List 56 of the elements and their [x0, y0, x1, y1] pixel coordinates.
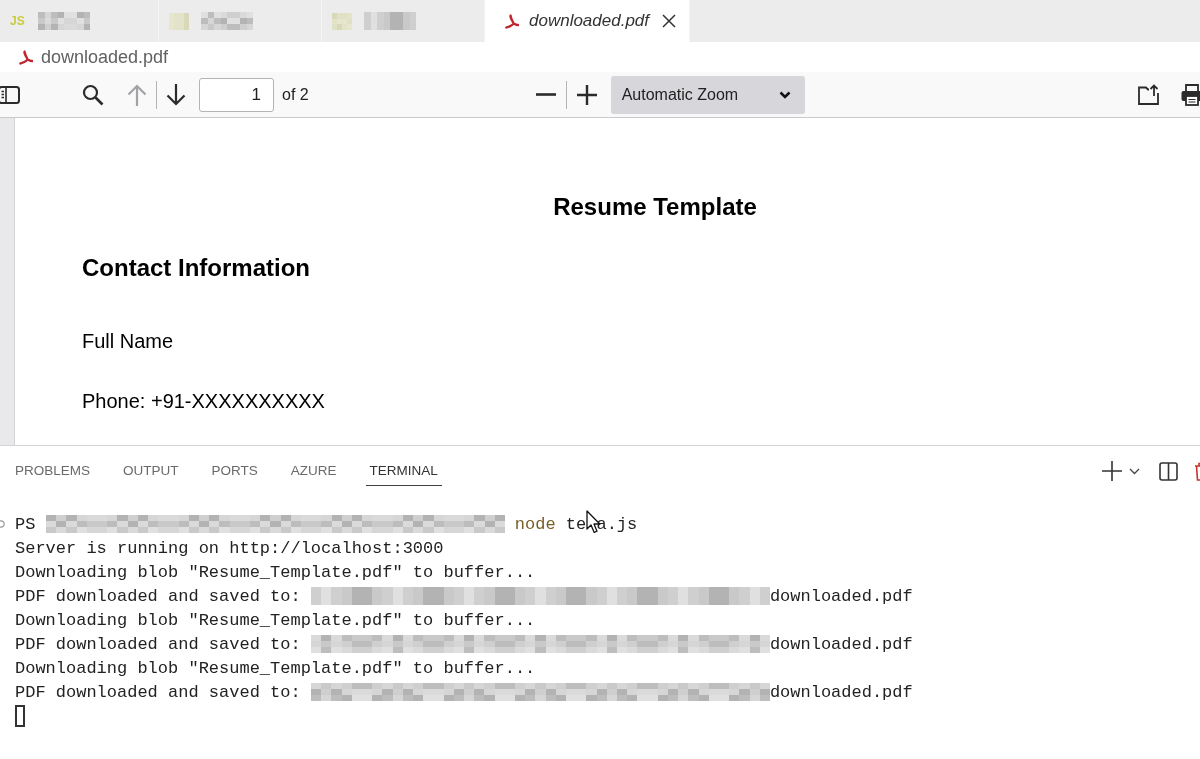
breadcrumb-item[interactable]: downloaded.pdf [41, 46, 169, 68]
section-heading: Contact Information [82, 253, 310, 283]
prompt-text: PS [15, 514, 36, 534]
close-icon[interactable] [661, 13, 678, 29]
next-page-button[interactable] [165, 82, 187, 107]
panel-tab[interactable]: TERMINAL [365, 456, 442, 486]
blurred-file-icon [332, 12, 352, 30]
arrow-down-icon [165, 82, 187, 107]
command-name: node [514, 514, 556, 534]
chevron-down-icon [778, 90, 791, 99]
command-argument: te [565, 514, 587, 534]
print-button[interactable] [1180, 82, 1200, 107]
panel-tab[interactable]: OUTPUT [119, 456, 183, 486]
redacted-text [364, 12, 416, 30]
folder-upload-icon [1137, 82, 1161, 107]
editor-tab[interactable]: downloaded.pdf [485, 0, 691, 42]
command-argument: a.js [596, 514, 638, 534]
panel-tab[interactable]: PROBLEMS [11, 456, 95, 486]
pdf-file-icon [504, 13, 519, 29]
file-type-icon: JS [10, 14, 26, 28]
document-title: Resume Template [553, 192, 757, 222]
plus-icon [576, 84, 597, 105]
arrow-up-icon [126, 82, 148, 107]
search-button[interactable] [82, 83, 104, 106]
plus-icon[interactable] [1102, 461, 1122, 481]
terminal-output-line: Downloading blob "Resume_Template.pdf" to buffer... [15, 610, 536, 630]
terminal-output-line: Downloading blob "Resume_Template.pdf" to buffer... [15, 658, 536, 678]
file-name: downloaded.pdf [769, 634, 913, 654]
terminal-output-line: Server is running on http://localhost:3000 [15, 538, 444, 558]
sidebar-toggle-button[interactable] [0, 84, 20, 105]
terminal-output-text: PDF downloaded and saved to: [15, 586, 301, 606]
search-icon [82, 83, 104, 106]
terminal-output-text: PDF downloaded and saved to: [15, 634, 301, 654]
chevron-down-icon[interactable] [1129, 467, 1140, 475]
redacted-text [38, 12, 90, 30]
zoom-in-button[interactable] [576, 84, 597, 105]
redacted-text [201, 12, 253, 30]
split-panel-icon[interactable] [1159, 461, 1178, 481]
document-text: Phone: +91-XXXXXXXXXX [82, 389, 325, 414]
minus-icon [535, 93, 556, 96]
terminal-cursor [15, 705, 25, 727]
pdf-file-icon [18, 49, 33, 65]
file-name: downloaded.pdf [769, 586, 913, 606]
file-name: downloaded.pdf [769, 682, 913, 702]
zoom-select[interactable]: Automatic Zoom [610, 75, 805, 114]
page-count-label: of 2 [282, 85, 309, 104]
zoom-out-button[interactable] [535, 93, 556, 96]
sidebar-toggle-icon [0, 84, 20, 105]
page-number-field[interactable]: 1 [199, 77, 274, 112]
blurred-file-icon [169, 12, 189, 30]
panel-tab[interactable]: AZURE [286, 456, 341, 486]
terminal-output-text: PDF downloaded and saved to: [15, 682, 301, 702]
terminal-output-line: Downloading blob "Resume_Template.pdf" to buffer... [15, 562, 536, 582]
document-text: Full Name [82, 329, 174, 354]
panel-tab[interactable]: PORTS [207, 456, 262, 486]
open-file-button[interactable] [1137, 82, 1161, 107]
